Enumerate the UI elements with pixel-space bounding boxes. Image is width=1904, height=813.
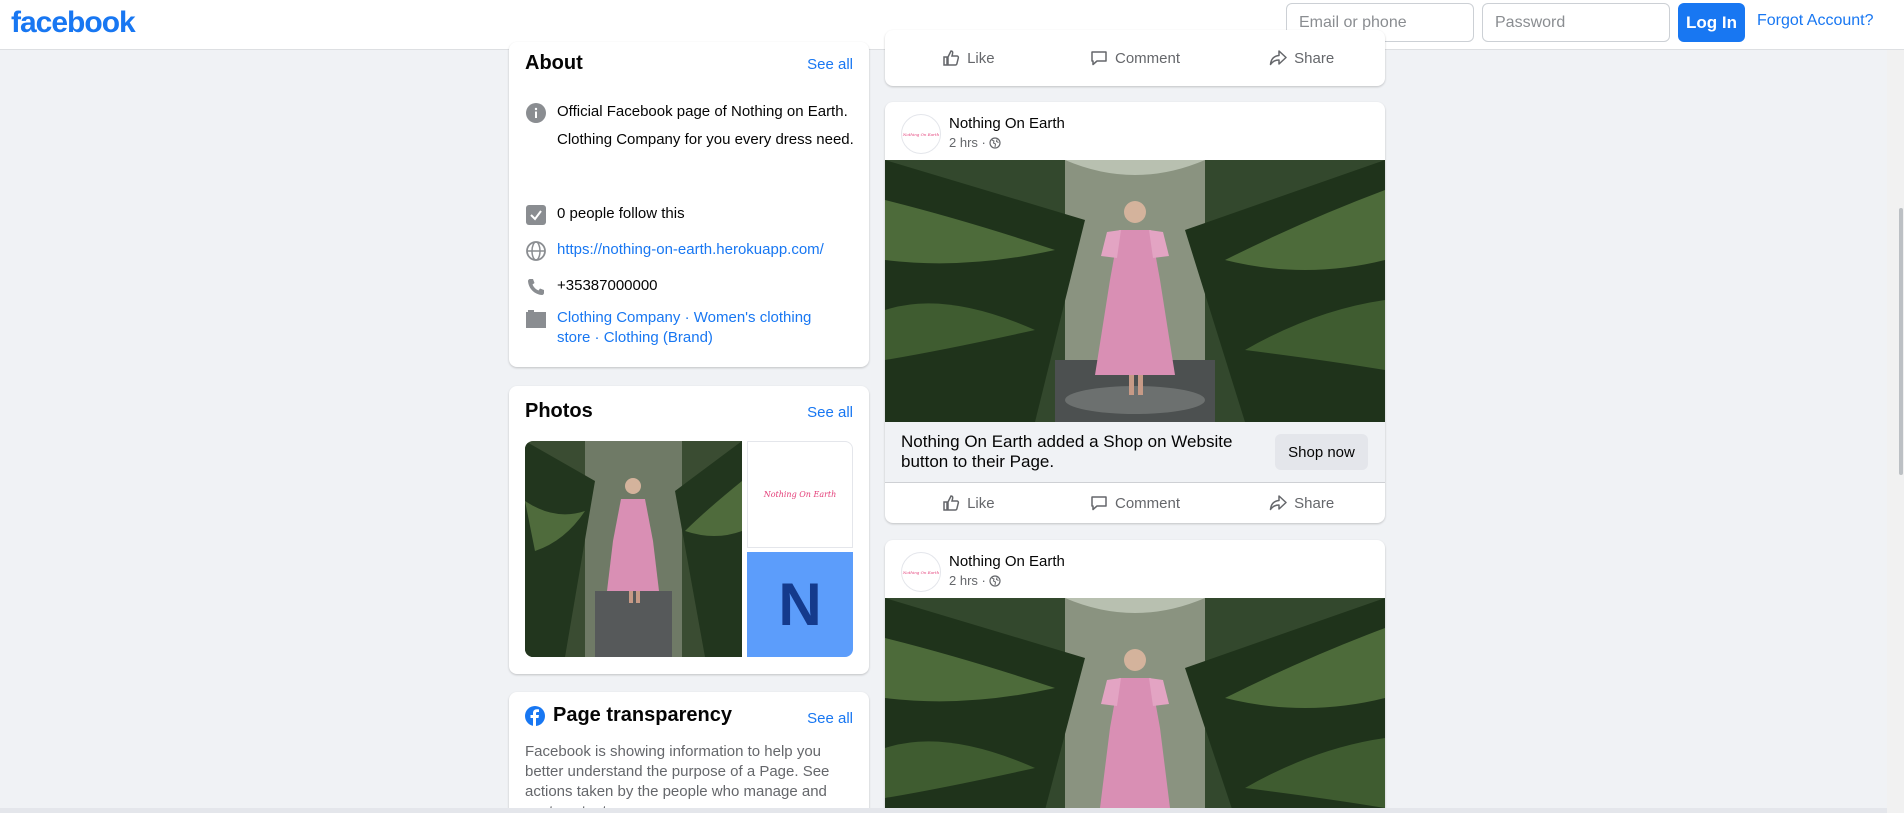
globe-icon	[525, 240, 547, 262]
post-author[interactable]: Nothing On Earth	[949, 115, 1065, 132]
like-button[interactable]: Like	[885, 38, 1052, 78]
forgot-account-link[interactable]: Forgot Account?	[1757, 12, 1874, 30]
share-button[interactable]: Share	[1218, 38, 1385, 78]
phone-icon	[525, 276, 547, 298]
post-action-bar: Like Comment Share	[885, 483, 1385, 523]
about-title: About	[525, 52, 583, 74]
category-icon	[525, 308, 547, 330]
comment-icon	[1091, 496, 1107, 511]
transparency-title: Page transparency	[553, 704, 732, 726]
about-description-row: Official Facebook page of Nothing on Ear…	[525, 102, 855, 150]
shop-now-button[interactable]: Shop now	[1275, 434, 1368, 470]
about-website-link[interactable]: https://nothing-on-earth.herokuapp.com/	[557, 240, 824, 262]
like-button[interactable]: Like	[885, 483, 1052, 523]
share-label: Share	[1294, 49, 1335, 67]
category-link-3[interactable]: Clothing (Brand)	[604, 329, 713, 346]
post-time-text[interactable]: 2 hrs ·	[949, 573, 986, 588]
transparency-see-all-link[interactable]: See all	[807, 710, 853, 727]
post-author[interactable]: Nothing On Earth	[949, 553, 1065, 570]
share-button[interactable]: Share	[1218, 483, 1385, 523]
follow-check-icon	[525, 204, 547, 226]
about-card: About See all Official Facebook page of …	[509, 42, 869, 367]
comment-button[interactable]: Comment	[1052, 483, 1219, 523]
post-timestamp: 2 hrs ·	[949, 573, 1001, 588]
like-label: Like	[967, 49, 995, 67]
comment-icon	[1091, 51, 1107, 66]
public-globe-icon	[989, 136, 1001, 149]
photo-thumbnail-dress[interactable]	[525, 441, 742, 657]
bottom-divider	[0, 808, 1887, 813]
facebook-logo[interactable]: facebook	[11, 6, 136, 40]
shop-cta-text: Nothing On Earth added a Shop on Website…	[901, 432, 1233, 471]
photo-thumbnail-logo[interactable]: Nothing On Earth	[747, 441, 853, 548]
public-globe-icon	[989, 574, 1001, 587]
comment-label: Comment	[1114, 494, 1181, 512]
facebook-f-icon	[525, 706, 545, 726]
post-card: Nothing On Earth Nothing On Earth 2 hrs …	[885, 540, 1385, 813]
about-description-1: Official Facebook page of Nothing on Ear…	[557, 103, 848, 120]
password-input[interactable]	[1482, 3, 1670, 42]
about-phone-row: +35387000000	[525, 276, 855, 298]
about-followers-row: 0 people follow this	[525, 204, 855, 226]
post-time-text[interactable]: 2 hrs ·	[949, 135, 986, 150]
like-label: Like	[967, 494, 995, 512]
photos-card: Photos See all Nothing On Earth N	[509, 386, 869, 674]
login-button[interactable]: Log In	[1678, 3, 1745, 42]
comment-button[interactable]: Comment	[1052, 38, 1219, 78]
post-photo-dress[interactable]	[885, 598, 1385, 813]
photos-see-all-link[interactable]: See all	[807, 404, 853, 421]
scrollbar-thumb[interactable]	[1899, 208, 1903, 475]
about-description-2: Clothing Company for you every dress nee…	[557, 131, 854, 148]
about-phone: +35387000000	[557, 277, 658, 294]
post-timestamp: 2 hrs ·	[949, 135, 1001, 150]
about-see-all-link[interactable]: See all	[807, 56, 853, 73]
post-card: Nothing On Earth Nothing On Earth 2 hrs …	[885, 102, 1385, 523]
like-icon	[943, 495, 960, 511]
info-icon	[525, 102, 547, 124]
share-label: Share	[1294, 494, 1335, 512]
post-photo-dress[interactable]	[885, 160, 1385, 422]
share-icon	[1269, 495, 1287, 511]
share-icon	[1269, 50, 1287, 66]
transparency-text: Facebook is showing information to help …	[525, 743, 830, 813]
post-action-bar: Like Comment Share	[885, 38, 1385, 78]
previous-post-actions: Like Comment Share	[885, 30, 1385, 86]
avatar-logo-text: Nothing On Earth	[902, 569, 940, 575]
logo-text: Nothing On Earth	[763, 490, 837, 499]
like-icon	[943, 50, 960, 66]
photos-title: Photos	[525, 400, 593, 422]
about-followers: 0 people follow this	[557, 205, 685, 222]
photo-thumbnail-letter[interactable]: N	[747, 552, 853, 657]
page-avatar[interactable]: Nothing On Earth	[901, 114, 941, 154]
category-link-1[interactable]: Clothing Company	[557, 309, 680, 326]
shop-cta-bar: Nothing On Earth added a Shop on Website…	[885, 422, 1385, 483]
avatar-logo-text: Nothing On Earth	[902, 131, 940, 137]
about-website-row: https://nothing-on-earth.herokuapp.com/	[525, 240, 855, 262]
page-transparency-card: Page transparency See all Facebook is sh…	[509, 692, 869, 813]
page-avatar[interactable]: Nothing On Earth	[901, 552, 941, 592]
comment-label: Comment	[1114, 49, 1181, 67]
about-categories-row: Clothing Company · Women's clothing stor…	[525, 308, 855, 348]
